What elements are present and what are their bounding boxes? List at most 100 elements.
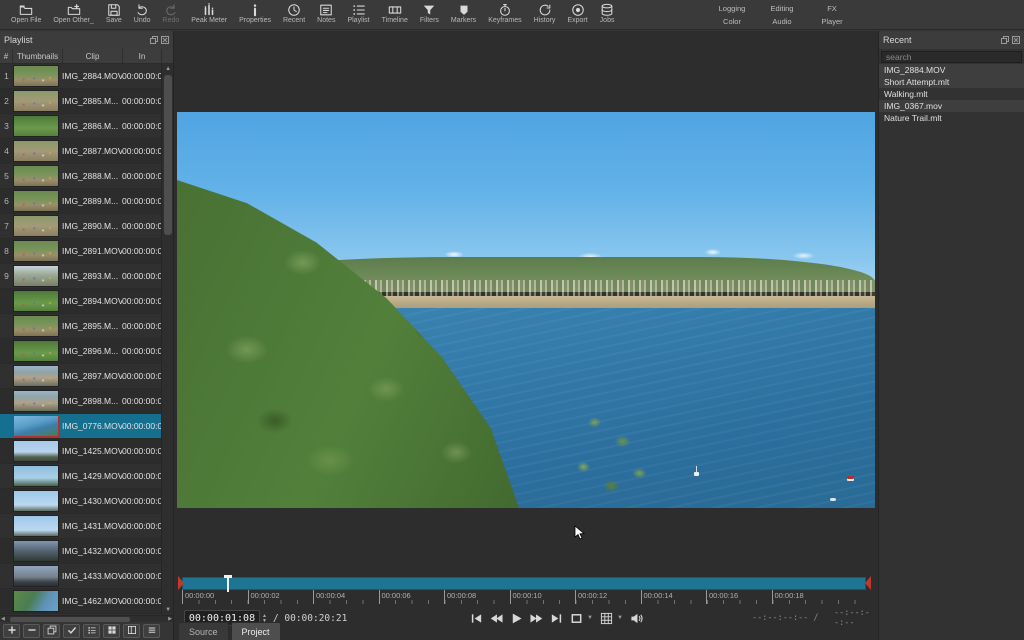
clip-thumbnail[interactable] [13,490,59,512]
open-file-button[interactable]: Open File [6,2,46,25]
in-point-marker[interactable] [178,576,184,590]
undo-button[interactable]: Undo [129,2,156,25]
out-point-marker[interactable] [865,576,871,590]
history-button[interactable]: History [529,2,561,25]
playlist-row[interactable]: IMG_2896.M...00:00:00:00 [0,339,161,364]
keyframes-button[interactable]: Keyframes [483,2,526,25]
column-header-num[interactable]: # [0,49,13,63]
playlist-row[interactable]: IMG_1432.MOV00:00:00:00 [0,539,161,564]
view-details-button[interactable] [123,624,140,638]
update-button[interactable] [43,624,60,638]
zoom-fit-button[interactable] [570,612,583,625]
skip-start-button[interactable] [470,612,483,625]
layout-color-button[interactable]: Color [710,16,754,27]
float-panel-icon[interactable] [150,36,158,44]
playlist-row[interactable]: 4IMG_2887.MOV00:00:00:00 [0,139,161,164]
properties-button[interactable]: Properties [234,2,276,25]
layout-audio-button[interactable]: Audio [760,16,804,27]
dropdown-arrow-icon[interactable]: ▼ [587,615,593,621]
recent-item[interactable]: IMG_0367.mov [879,100,1024,112]
playlist-row[interactable]: 3IMG_2886.M...00:00:00:00 [0,114,161,139]
video-preview[interactable] [177,112,875,508]
clip-thumbnail[interactable] [13,590,59,612]
column-header-clip[interactable]: Clip [63,49,123,63]
ruler-scale[interactable]: 00:00:0000:00:0200:00:0400:00:0600:00:08… [182,590,866,604]
playlist-row[interactable]: IMG_2894.MOV00:00:00:00 [0,289,161,314]
scroll-left-icon[interactable]: ◀ [1,616,5,622]
layout-player-button[interactable]: Player [810,16,854,27]
playlist-row[interactable]: IMG_1430.MOV00:00:00:00 [0,489,161,514]
clip-thumbnail[interactable] [13,315,59,337]
clip-thumbnail[interactable] [13,90,59,112]
clip-thumbnail[interactable] [13,390,59,412]
playlist-row[interactable]: IMG_2895.M...00:00:00:00 [0,314,161,339]
playlist-horizontal-scrollbar[interactable]: ◀ ▶ [0,615,173,622]
view-tiles-button[interactable] [103,624,120,638]
fast-forward-button[interactable] [530,612,543,625]
markers-button[interactable]: Markers [446,2,481,25]
clip-thumbnail[interactable] [13,465,59,487]
rewind-button[interactable] [490,612,503,625]
playlist-button[interactable]: Playlist [342,2,374,25]
dropdown-arrow-icon[interactable]: ▼ [617,615,623,621]
playlist-row[interactable]: 8IMG_2891.MOV00:00:00:00 [0,239,161,264]
tab-project[interactable]: Project [231,622,281,640]
clip-thumbnail[interactable] [13,290,59,312]
playlist-row[interactable]: 1IMG_2884.MOV00:00:00:00 [0,64,161,89]
playlist-row[interactable]: IMG_1431.MOV00:00:00:00 [0,514,161,539]
playlist-row[interactable]: IMG_1462.MOV00:00:00:00 [0,589,161,614]
recent-item[interactable]: Short Attempt.mlt [879,76,1024,88]
clip-thumbnail[interactable] [13,540,59,562]
column-header-in[interactable]: In [123,49,162,63]
scroll-right-icon[interactable]: ▶ [168,616,172,622]
playlist-column-headers[interactable]: # Thumbnails Clip In [0,49,173,64]
scrollbar-thumb[interactable] [164,75,172,235]
playlist-row[interactable]: IMG_1429.MOV00:00:00:00 [0,464,161,489]
layout-editing-button[interactable]: Editing [760,3,804,14]
close-panel-icon[interactable] [1012,36,1020,44]
clip-thumbnail[interactable] [13,365,59,387]
check-button[interactable] [63,624,80,638]
minus-button[interactable] [23,624,40,638]
clip-thumbnail[interactable] [13,140,59,162]
recent-search-input[interactable] [881,51,1022,63]
in-out-range-bar[interactable] [182,577,866,590]
play-button[interactable] [510,612,523,625]
playlist-row[interactable]: IMG_2898.M...00:00:00:00 [0,389,161,414]
scrollbar-thumb[interactable] [10,617,130,622]
open-other-button[interactable]: Open Other_ [48,2,98,25]
float-panel-icon[interactable] [1001,36,1009,44]
menu-button[interactable] [143,624,160,638]
clip-thumbnail[interactable] [13,565,59,587]
scroll-up-icon[interactable]: ▲ [162,64,173,74]
recent-item[interactable]: Nature Trail.mlt [879,112,1024,124]
grid-button[interactable] [600,612,613,625]
column-header-thumbnails[interactable]: Thumbnails [13,49,63,63]
playlist-row[interactable]: IMG_1425.MOV00:00:00:00 [0,439,161,464]
layout-logging-button[interactable]: Logging [710,3,754,14]
jobs-button[interactable]: Jobs [595,2,620,25]
recent-item[interactable]: Walking.mlt [879,88,1024,100]
view-list-button[interactable] [83,624,100,638]
peak-meter-button[interactable]: Peak Meter [186,2,232,25]
playlist-row[interactable]: 9IMG_2893.M...00:00:00:00 [0,264,161,289]
clip-thumbnail[interactable] [13,115,59,137]
playlist-row[interactable]: IMG_0776.MOV00:00:00:00 [0,414,161,439]
playlist-row[interactable]: IMG_1433.MOV00:00:00:00 [0,564,161,589]
recent-item[interactable]: IMG_2884.MOV [879,64,1024,76]
plus-button[interactable] [3,624,20,638]
filters-button[interactable]: Filters [415,2,444,25]
clip-thumbnail[interactable] [13,265,59,287]
playlist-row[interactable]: 7IMG_2890.M...00:00:00:00 [0,214,161,239]
volume-button[interactable] [630,612,643,625]
scroll-down-icon[interactable]: ▼ [162,605,173,615]
playlist-row[interactable]: 6IMG_2889.M...00:00:00:00 [0,189,161,214]
playlist-row[interactable]: 5IMG_2888.M...00:00:00:00 [0,164,161,189]
clip-thumbnail[interactable] [13,215,59,237]
clip-thumbnail[interactable] [13,340,59,362]
notes-button[interactable]: Notes [312,2,340,25]
playlist-row[interactable]: 2IMG_2885.M...00:00:00:00 [0,89,161,114]
spin-up-icon[interactable]: ▲ [262,614,267,618]
skip-end-button[interactable] [550,612,563,625]
clip-thumbnail[interactable] [13,440,59,462]
